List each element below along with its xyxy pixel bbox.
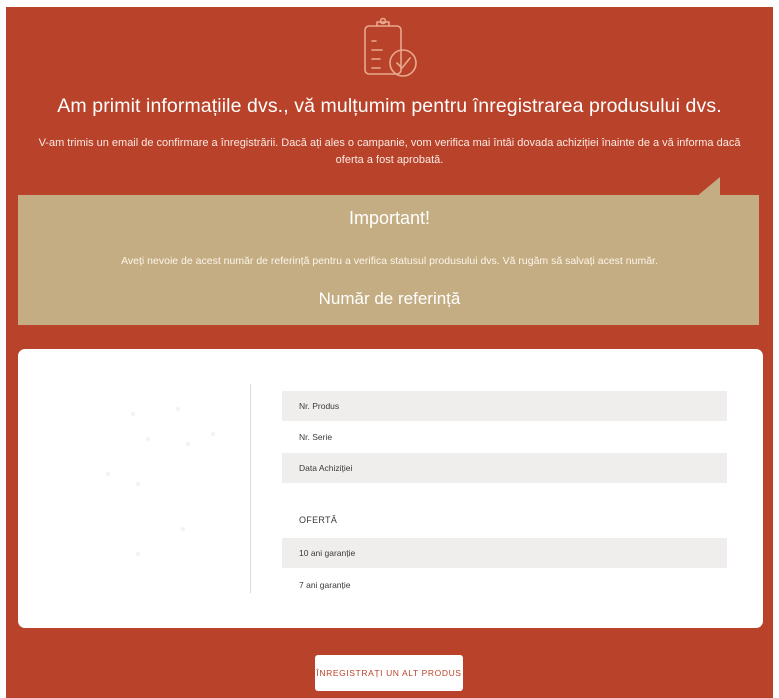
card-divider xyxy=(250,384,251,593)
field-serial-number: Nr. Serie xyxy=(299,432,333,442)
offer-heading: OFERTĂ xyxy=(299,515,338,525)
product-details-card: Nr. Produs Nr. Serie Data Achiziției OFE… xyxy=(18,349,763,628)
register-another-product-button[interactable]: ÎNREGISTRAȚI UN ALT PRODUS xyxy=(315,655,463,691)
product-image xyxy=(106,407,215,556)
important-text: Aveți nevoie de acest număr de referință… xyxy=(121,255,658,267)
field-purchase-date: Data Achiziției xyxy=(282,453,727,483)
confirmation-message: V-am trimis un email de confirmare a înr… xyxy=(38,137,741,166)
confirmation-panel: Am primit informațiile dvs., vă mulțumim… xyxy=(6,7,773,698)
page-title: Am primit informațiile dvs., vă mulțumim… xyxy=(57,95,722,117)
offer-item: 7 ani garanție xyxy=(299,580,351,590)
reference-number-label: Număr de referință xyxy=(318,289,461,308)
clipboard-check-icon xyxy=(364,17,417,77)
speech-notch xyxy=(696,177,720,197)
offer-item: 10 ani garanție xyxy=(282,538,727,568)
important-title: Important! xyxy=(348,208,431,228)
field-product-number: Nr. Produs xyxy=(282,391,727,421)
